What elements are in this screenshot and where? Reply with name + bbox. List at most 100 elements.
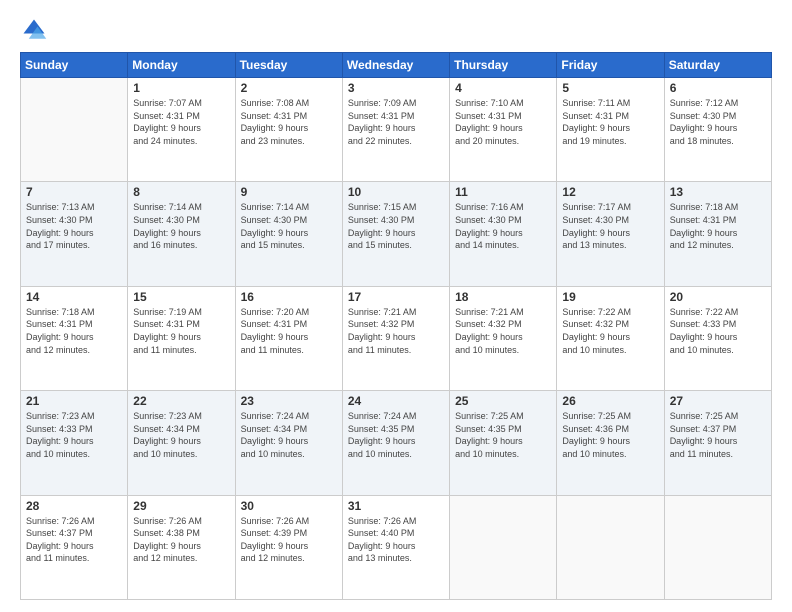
day-info: Sunrise: 7:16 AM Sunset: 4:30 PM Dayligh… [455, 201, 551, 251]
day-number: 22 [133, 394, 229, 408]
weekday-header: Saturday [664, 53, 771, 78]
day-number: 18 [455, 290, 551, 304]
day-cell: 8 Sunrise: 7:14 AM Sunset: 4:30 PM Daylig… [128, 182, 235, 286]
day-number: 8 [133, 185, 229, 199]
weekday-header: Thursday [450, 53, 557, 78]
day-info: Sunrise: 7:25 AM Sunset: 4:37 PM Dayligh… [670, 410, 766, 460]
day-cell: 5Sunrise: 7:11 AM Sunset: 4:31 PM Daylig… [557, 78, 664, 182]
day-info: Sunrise: 7:23 AM Sunset: 4:34 PM Dayligh… [133, 410, 229, 460]
day-info: Sunrise: 7:20 AM Sunset: 4:31 PM Dayligh… [241, 306, 337, 356]
day-info: Sunrise: 7:19 AM Sunset: 4:31 PM Dayligh… [133, 306, 229, 356]
day-cell: 25 Sunrise: 7:25 AM Sunset: 4:35 PM Dayli… [450, 391, 557, 495]
day-info: Sunrise: 7:25 AM Sunset: 4:35 PM Dayligh… [455, 410, 551, 460]
day-cell: 1 Sunrise: 7:07 AM Sunset: 4:31 PM Daylig… [128, 78, 235, 182]
week-row: 1 Sunrise: 7:07 AM Sunset: 4:31 PM Daylig… [21, 78, 772, 182]
day-cell: 31Sunrise: 7:26 AM Sunset: 4:40 PM Dayli… [342, 495, 449, 599]
day-cell: 19 Sunrise: 7:22 AM Sunset: 4:32 PM Dayli… [557, 286, 664, 390]
day-cell: 3 Sunrise: 7:09 AM Sunset: 4:31 PM Daylig… [342, 78, 449, 182]
day-info: Sunrise: 7:14 AM Sunset: 4:30 PM Dayligh… [241, 201, 337, 251]
day-cell: 22 Sunrise: 7:23 AM Sunset: 4:34 PM Dayli… [128, 391, 235, 495]
day-cell: 6Sunrise: 7:12 AM Sunset: 4:30 PM Daylig… [664, 78, 771, 182]
day-info: Sunrise: 7:22 AM Sunset: 4:33 PM Dayligh… [670, 306, 766, 356]
weekday-header: Monday [128, 53, 235, 78]
day-cell [450, 495, 557, 599]
day-info: Sunrise: 7:15 AM Sunset: 4:30 PM Dayligh… [348, 201, 444, 251]
day-info: Sunrise: 7:25 AM Sunset: 4:36 PM Dayligh… [562, 410, 658, 460]
day-info: Sunrise: 7:17 AM Sunset: 4:30 PM Dayligh… [562, 201, 658, 251]
day-number: 31 [348, 499, 444, 513]
day-info: Sunrise: 7:21 AM Sunset: 4:32 PM Dayligh… [455, 306, 551, 356]
day-info: Sunrise: 7:23 AM Sunset: 4:33 PM Dayligh… [26, 410, 122, 460]
day-number: 17 [348, 290, 444, 304]
day-info: Sunrise: 7:24 AM Sunset: 4:35 PM Dayligh… [348, 410, 444, 460]
day-cell: 23Sunrise: 7:24 AM Sunset: 4:34 PM Dayli… [235, 391, 342, 495]
day-cell: 30Sunrise: 7:26 AM Sunset: 4:39 PM Dayli… [235, 495, 342, 599]
day-cell [664, 495, 771, 599]
day-cell: 26 Sunrise: 7:25 AM Sunset: 4:36 PM Dayli… [557, 391, 664, 495]
day-cell: 21 Sunrise: 7:23 AM Sunset: 4:33 PM Dayli… [21, 391, 128, 495]
day-cell: 20 Sunrise: 7:22 AM Sunset: 4:33 PM Dayli… [664, 286, 771, 390]
day-cell: 12Sunrise: 7:17 AM Sunset: 4:30 PM Dayli… [557, 182, 664, 286]
day-number: 3 [348, 81, 444, 95]
day-number: 25 [455, 394, 551, 408]
day-number: 19 [562, 290, 658, 304]
day-number: 7 [26, 185, 122, 199]
day-number: 15 [133, 290, 229, 304]
day-info: Sunrise: 7:07 AM Sunset: 4:31 PM Dayligh… [133, 97, 229, 147]
day-number: 26 [562, 394, 658, 408]
day-cell: 27 Sunrise: 7:25 AM Sunset: 4:37 PM Dayli… [664, 391, 771, 495]
day-cell: 13 Sunrise: 7:18 AM Sunset: 4:31 PM Dayli… [664, 182, 771, 286]
day-cell: 16 Sunrise: 7:20 AM Sunset: 4:31 PM Dayli… [235, 286, 342, 390]
day-cell: 9 Sunrise: 7:14 AM Sunset: 4:30 PM Daylig… [235, 182, 342, 286]
day-info: Sunrise: 7:21 AM Sunset: 4:32 PM Dayligh… [348, 306, 444, 356]
day-number: 11 [455, 185, 551, 199]
day-number: 6 [670, 81, 766, 95]
weekday-header: Tuesday [235, 53, 342, 78]
day-number: 10 [348, 185, 444, 199]
day-number: 13 [670, 185, 766, 199]
day-number: 29 [133, 499, 229, 513]
day-info: Sunrise: 7:13 AM Sunset: 4:30 PM Dayligh… [26, 201, 122, 251]
day-cell: 2Sunrise: 7:08 AM Sunset: 4:31 PM Daylig… [235, 78, 342, 182]
day-number: 9 [241, 185, 337, 199]
day-cell: 28 Sunrise: 7:26 AM Sunset: 4:37 PM Dayli… [21, 495, 128, 599]
calendar: SundayMondayTuesdayWednesdayThursdayFrid… [20, 52, 772, 600]
day-info: Sunrise: 7:22 AM Sunset: 4:32 PM Dayligh… [562, 306, 658, 356]
weekday-header: Sunday [21, 53, 128, 78]
day-cell [21, 78, 128, 182]
day-info: Sunrise: 7:10 AM Sunset: 4:31 PM Dayligh… [455, 97, 551, 147]
day-info: Sunrise: 7:18 AM Sunset: 4:31 PM Dayligh… [26, 306, 122, 356]
day-info: Sunrise: 7:09 AM Sunset: 4:31 PM Dayligh… [348, 97, 444, 147]
weekday-header: Wednesday [342, 53, 449, 78]
day-info: Sunrise: 7:26 AM Sunset: 4:38 PM Dayligh… [133, 515, 229, 565]
day-info: Sunrise: 7:26 AM Sunset: 4:37 PM Dayligh… [26, 515, 122, 565]
day-info: Sunrise: 7:26 AM Sunset: 4:39 PM Dayligh… [241, 515, 337, 565]
day-cell: 4 Sunrise: 7:10 AM Sunset: 4:31 PM Daylig… [450, 78, 557, 182]
day-info: Sunrise: 7:14 AM Sunset: 4:30 PM Dayligh… [133, 201, 229, 251]
weekday-header-row: SundayMondayTuesdayWednesdayThursdayFrid… [21, 53, 772, 78]
day-cell: 11 Sunrise: 7:16 AM Sunset: 4:30 PM Dayli… [450, 182, 557, 286]
week-row: 28 Sunrise: 7:26 AM Sunset: 4:37 PM Dayli… [21, 495, 772, 599]
day-number: 20 [670, 290, 766, 304]
day-cell: 14 Sunrise: 7:18 AM Sunset: 4:31 PM Dayli… [21, 286, 128, 390]
day-number: 5 [562, 81, 658, 95]
day-info: Sunrise: 7:24 AM Sunset: 4:34 PM Dayligh… [241, 410, 337, 460]
day-number: 16 [241, 290, 337, 304]
day-info: Sunrise: 7:18 AM Sunset: 4:31 PM Dayligh… [670, 201, 766, 251]
day-number: 21 [26, 394, 122, 408]
day-number: 1 [133, 81, 229, 95]
day-number: 28 [26, 499, 122, 513]
day-cell: 7 Sunrise: 7:13 AM Sunset: 4:30 PM Daylig… [21, 182, 128, 286]
day-number: 24 [348, 394, 444, 408]
day-cell: 15 Sunrise: 7:19 AM Sunset: 4:31 PM Dayli… [128, 286, 235, 390]
week-row: 21 Sunrise: 7:23 AM Sunset: 4:33 PM Dayli… [21, 391, 772, 495]
day-cell [557, 495, 664, 599]
day-cell: 18 Sunrise: 7:21 AM Sunset: 4:32 PM Dayli… [450, 286, 557, 390]
day-number: 4 [455, 81, 551, 95]
page: SundayMondayTuesdayWednesdayThursdayFrid… [0, 0, 792, 612]
day-number: 14 [26, 290, 122, 304]
day-number: 27 [670, 394, 766, 408]
weekday-header: Friday [557, 53, 664, 78]
header [20, 16, 772, 44]
day-cell: 24 Sunrise: 7:24 AM Sunset: 4:35 PM Dayli… [342, 391, 449, 495]
